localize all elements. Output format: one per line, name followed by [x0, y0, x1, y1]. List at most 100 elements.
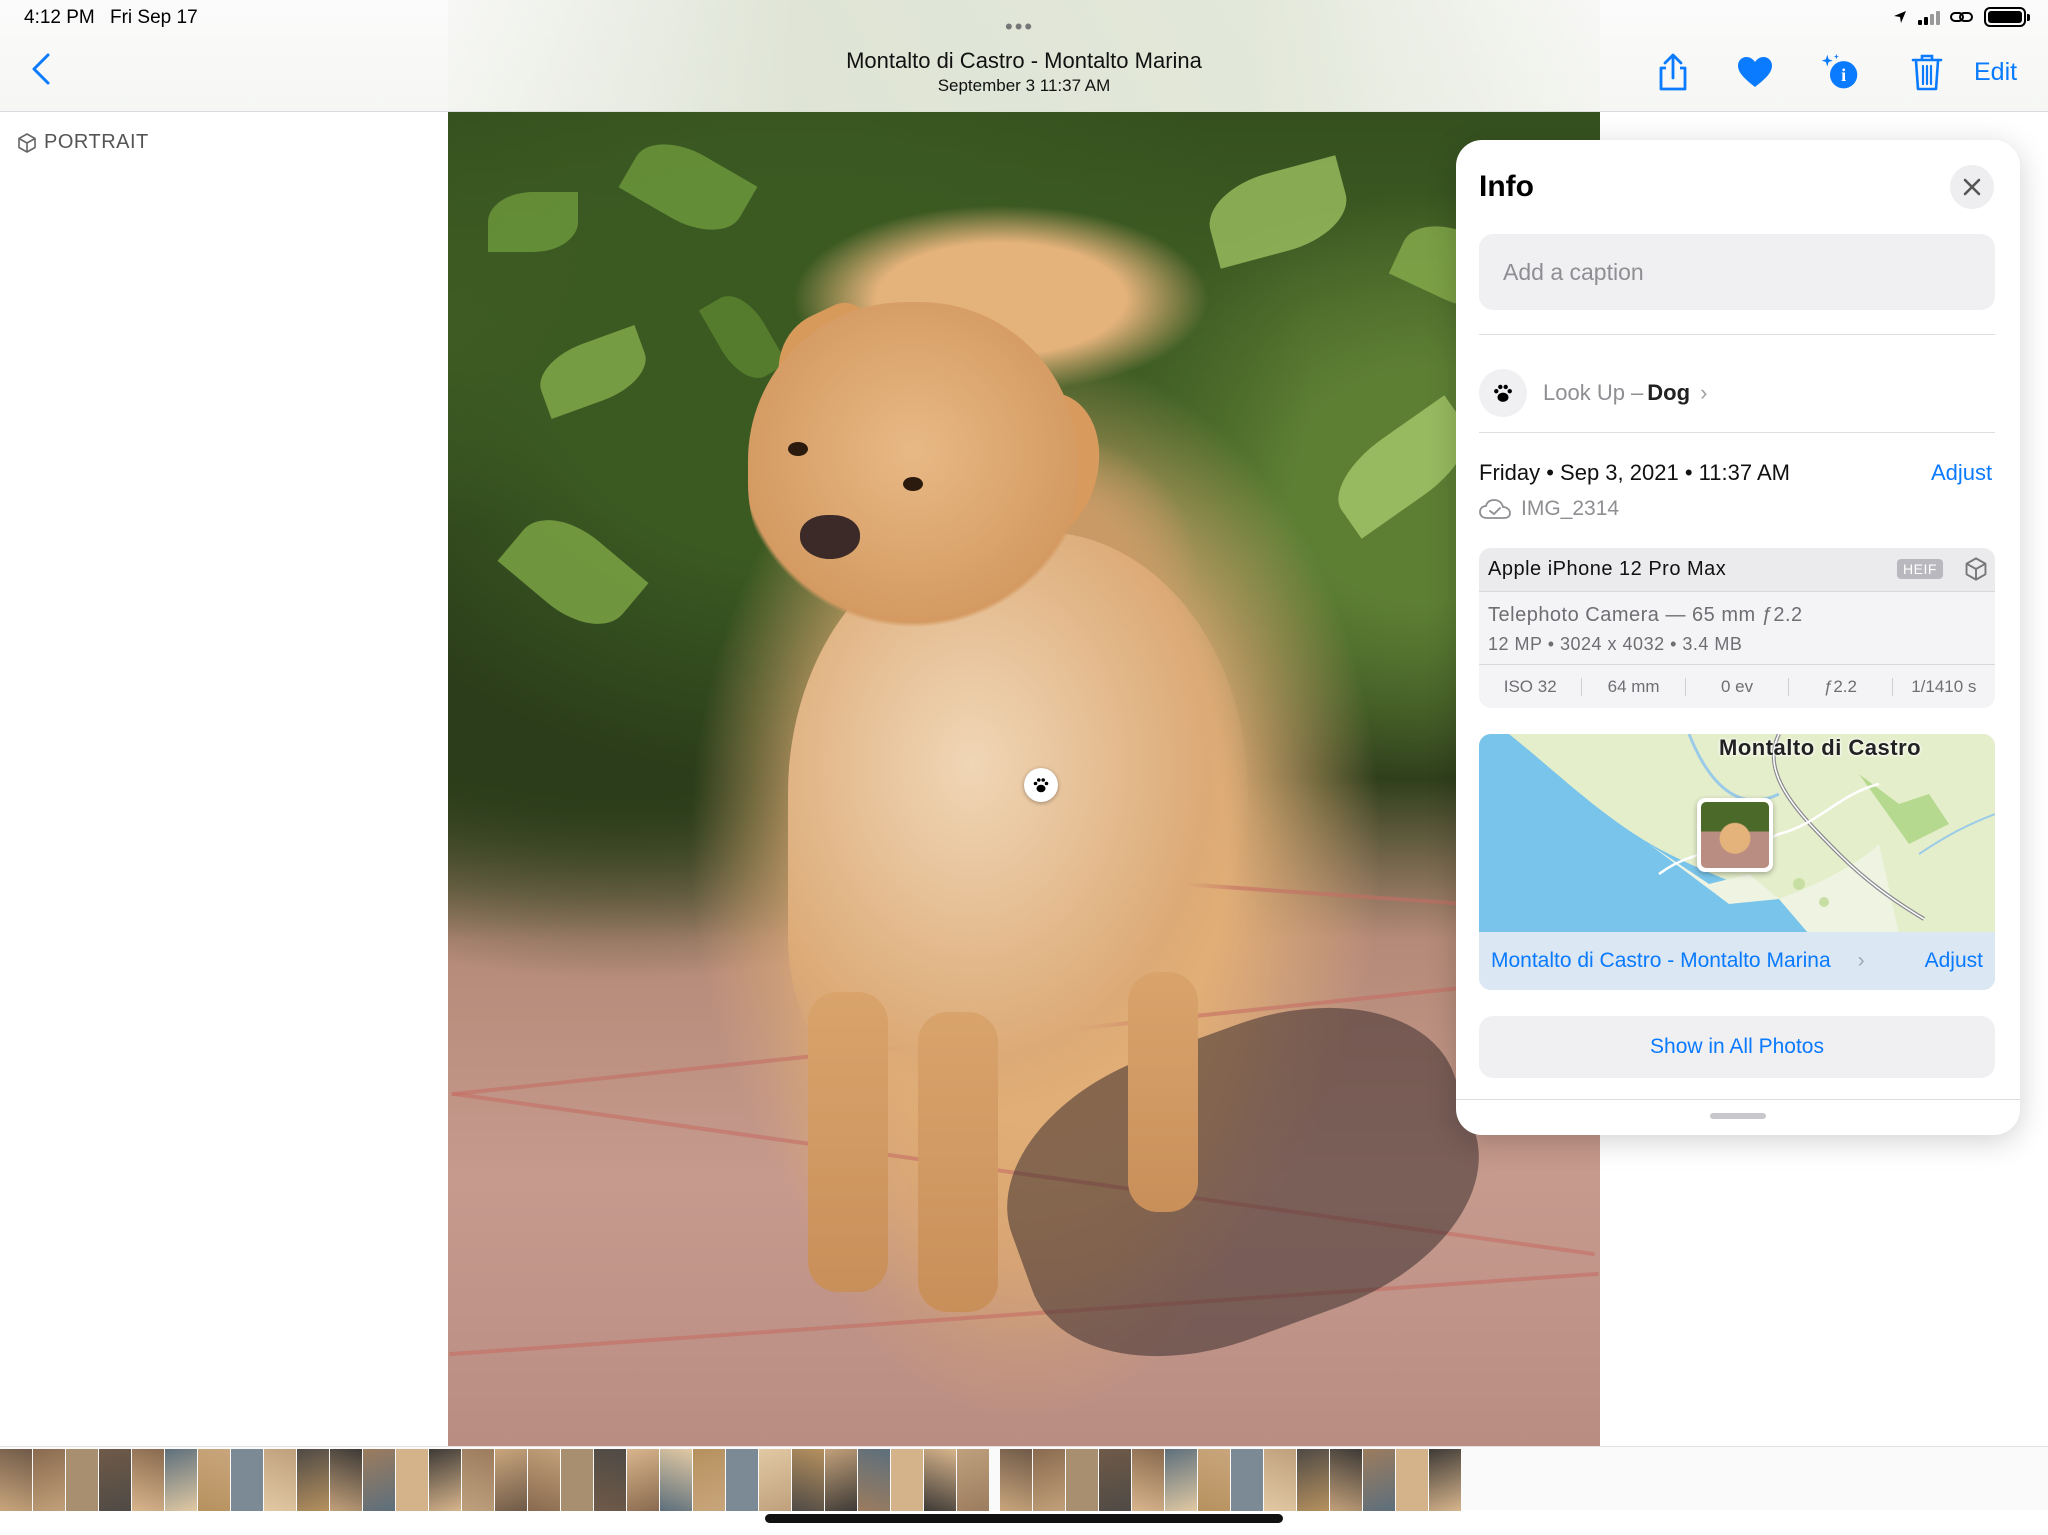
battery-icon	[1984, 7, 2030, 27]
filmstrip-thumbnail[interactable]	[1033, 1449, 1065, 1511]
share-button[interactable]	[1653, 52, 1693, 92]
filmstrip-thumbnail[interactable]	[759, 1449, 791, 1511]
filmstrip-thumbnail[interactable]	[957, 1449, 989, 1511]
heart-icon	[1738, 57, 1772, 87]
filmstrip-thumbnail[interactable]	[363, 1449, 395, 1511]
map-photo-thumbnail	[1701, 802, 1769, 868]
filmstrip-thumbnail[interactable]	[132, 1449, 164, 1511]
cube-icon	[18, 132, 36, 153]
home-indicator[interactable]	[765, 1514, 1283, 1523]
filmstrip-thumbnail[interactable]	[297, 1449, 329, 1511]
look-up-row[interactable]: Look Up – Dog ›	[1479, 358, 1995, 428]
filmstrip-thumbnail[interactable]	[396, 1449, 428, 1511]
filmstrip-thumbnail[interactable]	[0, 1449, 32, 1511]
file-name-row: IMG_2314	[1479, 497, 1619, 521]
trash-icon	[1911, 54, 1943, 91]
filmstrip-thumbnail[interactable]	[264, 1449, 296, 1511]
filmstrip-thumbnail[interactable]	[1000, 1449, 1032, 1511]
filmstrip-thumbnail[interactable]	[1099, 1449, 1131, 1511]
filmstrip-thumbnail[interactable]	[693, 1449, 725, 1511]
exif-aperture: ƒ2.2	[1789, 677, 1893, 696]
filmstrip-thumbnail[interactable]	[462, 1449, 494, 1511]
multitasking-menu-icon[interactable]: •••	[1005, 14, 1034, 40]
filmstrip-thumbnail[interactable]	[1429, 1449, 1461, 1511]
filmstrip-thumbnail[interactable]	[1396, 1449, 1428, 1511]
filmstrip-thumbnail[interactable]	[594, 1449, 626, 1511]
delete-button[interactable]	[1907, 52, 1947, 92]
filmstrip-thumbnail[interactable]	[891, 1449, 923, 1511]
info-panel: Info Look Up – Dog › Friday • Sep 3, 202…	[1456, 140, 2020, 1135]
edit-button[interactable]: Edit	[1974, 58, 2017, 87]
filmstrip-thumbnail[interactable]	[330, 1449, 362, 1511]
status-indicators	[1892, 7, 2030, 27]
exif-row: ISO 32 64 mm 0 ev ƒ2.2 1/1410 s	[1479, 664, 1995, 708]
lookup-prefix: Look Up –	[1543, 380, 1644, 405]
adjust-location-button[interactable]: Adjust	[1925, 949, 1983, 973]
caption-input[interactable]	[1479, 234, 1995, 310]
filmstrip-thumbnail[interactable]	[1198, 1449, 1230, 1511]
filmstrip-thumbnail[interactable]	[165, 1449, 197, 1511]
info-sparkle-icon: i	[1821, 53, 1858, 89]
chevron-right-icon: ›	[1857, 949, 1865, 972]
status-date: Fri Sep 17	[110, 7, 198, 28]
filmstrip-thumbnail[interactable]	[33, 1449, 65, 1511]
location-name-link[interactable]: Montalto di Castro - Montalto Marina	[1491, 949, 1858, 973]
filmstrip-thumbnail[interactable]	[726, 1449, 758, 1511]
divider	[1479, 432, 1995, 433]
dog-head	[748, 302, 1078, 632]
info-button[interactable]: i	[1820, 52, 1860, 92]
exif-exposure: 0 ev	[1686, 677, 1790, 696]
filmstrip-thumbnail[interactable]	[1066, 1449, 1098, 1511]
filmstrip-thumbnail[interactable]	[495, 1449, 527, 1511]
location-icon	[1894, 11, 1906, 23]
thumbnail-filmstrip[interactable]	[0, 1446, 2048, 1511]
filmstrip-thumbnail[interactable]	[561, 1449, 593, 1511]
map-footer: Montalto di Castro - Montalto Marina › A…	[1479, 932, 1995, 990]
filmstrip-thumbnail[interactable]	[1264, 1449, 1296, 1511]
paw-icon	[1494, 384, 1512, 402]
share-icon	[1659, 53, 1687, 91]
divider	[1479, 334, 1995, 335]
show-in-all-photos-button[interactable]: Show in All Photos	[1479, 1016, 1995, 1078]
lookup-subject: Dog	[1647, 380, 1691, 405]
close-button[interactable]	[1950, 165, 1994, 209]
filmstrip-thumbnail[interactable]	[528, 1449, 560, 1511]
filmstrip-thumbnail[interactable]	[825, 1449, 857, 1511]
lens-info: Telephoto Camera — 65 mm ƒ2.2	[1488, 604, 1803, 626]
dog-nose	[800, 515, 860, 559]
adjust-date-button[interactable]: Adjust	[1931, 460, 1992, 486]
filmstrip-thumbnail[interactable]	[231, 1449, 263, 1511]
location-map[interactable]: Montalto di Castro Montalto di Castro - …	[1479, 734, 1995, 990]
paw-icon	[1033, 778, 1049, 793]
filmstrip-thumbnail[interactable]	[198, 1449, 230, 1511]
format-badge: HEIF	[1897, 559, 1943, 579]
filmstrip-thumbnail[interactable]	[1231, 1449, 1263, 1511]
favorite-button[interactable]	[1735, 52, 1775, 92]
filmstrip-thumbnail[interactable]	[1165, 1449, 1197, 1511]
filmstrip-thumbnail[interactable]	[660, 1449, 692, 1511]
filmstrip-thumbnail[interactable]	[924, 1449, 956, 1511]
device-name: Apple iPhone 12 Pro Max	[1488, 558, 1727, 580]
filmstrip-thumbnail[interactable]	[1363, 1449, 1395, 1511]
divider	[1456, 1099, 2020, 1100]
main-photo[interactable]	[448, 112, 1600, 1446]
filmstrip-thumbnail[interactable]	[792, 1449, 824, 1511]
panel-grabber[interactable]	[1710, 1113, 1766, 1119]
filmstrip-thumbnail[interactable]	[858, 1449, 890, 1511]
filmstrip-thumbnail[interactable]	[1297, 1449, 1329, 1511]
filmstrip-thumbnail[interactable]	[1330, 1449, 1362, 1511]
filmstrip-thumbnail[interactable]	[627, 1449, 659, 1511]
visual-lookup-pin[interactable]	[1024, 768, 1058, 802]
filmstrip-thumbnail[interactable]	[66, 1449, 98, 1511]
filmstrip-thumbnail[interactable]	[429, 1449, 461, 1511]
exif-iso: ISO 32	[1479, 677, 1583, 696]
map-photo-pin[interactable]	[1697, 798, 1773, 872]
capture-date: Friday • Sep 3, 2021 • 11:37 AM	[1479, 460, 1790, 485]
portrait-label-text: PORTRAIT	[44, 131, 149, 153]
camera-header: Apple iPhone 12 Pro Max HEIF	[1479, 548, 1995, 592]
portrait-badge[interactable]: PORTRAIT	[16, 131, 149, 154]
exif-shutter: 1/1410 s	[1911, 676, 1977, 696]
camera-details-card: Apple iPhone 12 Pro Max HEIF Telephoto C…	[1479, 548, 1995, 708]
filmstrip-thumbnail[interactable]	[99, 1449, 131, 1511]
filmstrip-thumbnail[interactable]	[1132, 1449, 1164, 1511]
